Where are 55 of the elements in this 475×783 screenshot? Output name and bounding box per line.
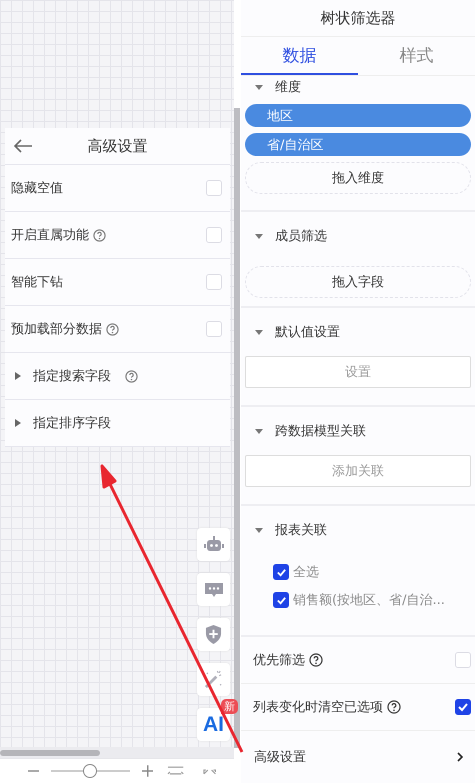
collapse-caret-icon[interactable]: [255, 428, 263, 434]
checkbox[interactable]: [455, 699, 471, 715]
collapse-caret-icon[interactable]: [255, 84, 263, 90]
option-label: 预加载部分数据: [11, 321, 102, 338]
collapse-caret-icon[interactable]: [255, 528, 263, 532]
new-badge: 新: [221, 699, 238, 714]
section-title[interactable]: 报表关联: [275, 521, 327, 539]
option-label: 隐藏空值: [11, 180, 63, 197]
expander-label[interactable]: 指定搜索字段: [33, 367, 111, 385]
slider-thumb[interactable]: [83, 764, 98, 778]
robot-button[interactable]: [197, 528, 230, 561]
report-label: 全选: [293, 564, 319, 581]
field-pill[interactable]: 地区: [245, 104, 471, 127]
expander-label[interactable]: 指定排序字段: [33, 414, 111, 432]
section-title[interactable]: 跨数据模型关联: [275, 422, 366, 440]
section-title[interactable]: 默认值设置: [275, 323, 340, 341]
expand-caret-icon[interactable]: [15, 372, 21, 380]
drop-zone[interactable]: 拖入维度: [245, 162, 471, 194]
checkmark-icon: [457, 701, 469, 713]
popup-title: 高级设置: [88, 136, 148, 156]
checkmark-icon: [276, 594, 286, 606]
field-pill[interactable]: 省/自治区: [245, 133, 471, 156]
back-arrow-icon[interactable]: [13, 139, 33, 153]
option-label: 智能下钻: [11, 274, 63, 291]
option-label: 开启直属功能: [11, 227, 89, 244]
zoom-in-icon[interactable]: [142, 765, 154, 777]
robot-icon: [204, 536, 224, 554]
shield-button[interactable]: [197, 618, 230, 651]
chat-icon: [204, 582, 224, 598]
help-icon[interactable]: [387, 700, 401, 714]
fullscreen-icon[interactable]: [202, 767, 216, 775]
report-label: 销售额(按地区、省/自治...: [293, 592, 445, 609]
checkmark-icon: [276, 566, 286, 578]
chevron-right-icon: [457, 752, 463, 762]
tab[interactable]: 数据: [241, 37, 358, 75]
help-icon[interactable]: [309, 653, 323, 667]
option-label: 列表变化时清空已选项: [253, 699, 383, 716]
scrollbar-thumb[interactable]: [234, 108, 240, 748]
drop-zone[interactable]: 拖入字段: [245, 266, 471, 298]
chat-button[interactable]: [197, 573, 230, 606]
shield-plus-icon: [205, 625, 222, 644]
advanced-settings-link[interactable]: 高级设置: [241, 731, 475, 783]
scrollbar-thumb[interactable]: [0, 750, 100, 756]
collapse-caret-icon[interactable]: [255, 330, 263, 334]
expand-caret-icon[interactable]: [15, 419, 21, 427]
fit-width-icon[interactable]: [167, 766, 185, 776]
collapse-caret-icon[interactable]: [255, 234, 263, 238]
panel-title: 树状筛选器: [241, 0, 475, 37]
magic-wand-icon: [204, 670, 223, 689]
section-title[interactable]: 维度: [275, 78, 301, 96]
section-title[interactable]: 成员筛选: [275, 227, 327, 245]
checkbox[interactable]: [273, 564, 289, 580]
magic-button[interactable]: [197, 663, 230, 696]
checkbox[interactable]: [273, 592, 289, 608]
option-label: 优先筛选: [253, 652, 305, 669]
